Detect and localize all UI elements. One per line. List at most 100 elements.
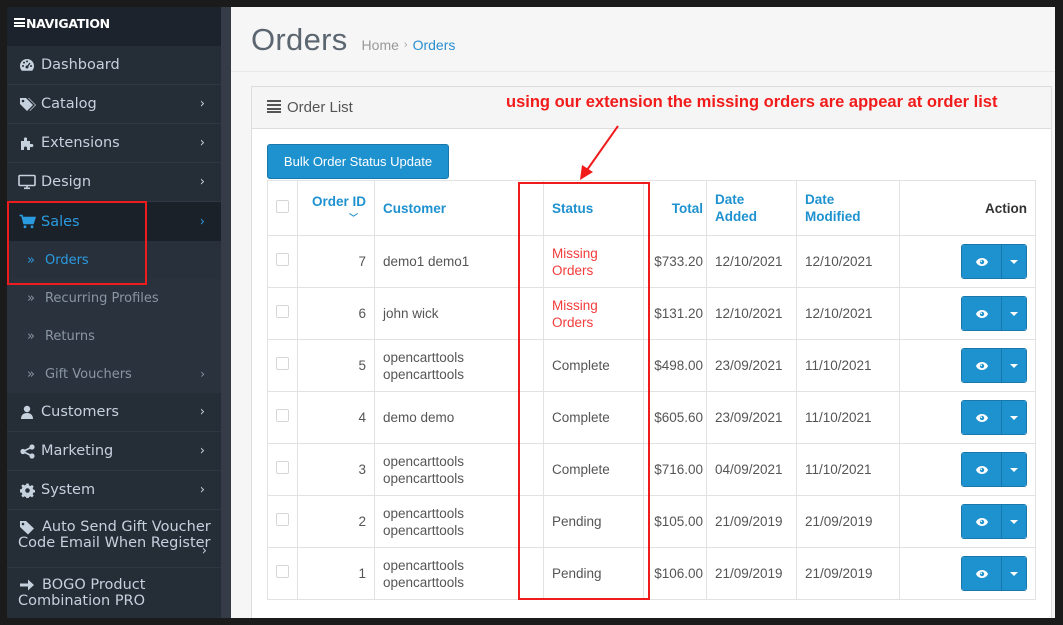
column-header-status[interactable]: Status <box>543 180 644 236</box>
caret-down-icon <box>1010 519 1018 524</box>
column-label: Order ID <box>311 194 366 209</box>
row-checkbox[interactable] <box>276 253 289 266</box>
view-button[interactable] <box>962 297 1002 330</box>
column-header-total[interactable]: Total <box>643 180 707 236</box>
dashboard-icon <box>18 57 36 73</box>
row-select-cell <box>267 443 298 496</box>
row-checkbox[interactable] <box>276 513 289 526</box>
total-cell: $605.60 <box>643 391 707 444</box>
gear-icon <box>18 482 36 498</box>
row-checkbox[interactable] <box>276 565 289 578</box>
chevron-right-icon: › <box>199 96 205 112</box>
column-header-date-added[interactable]: Date Added <box>706 180 797 236</box>
customer-cell: opencarttools opencarttools <box>374 547 544 600</box>
action-cell <box>899 547 1036 600</box>
sidebar-item-dashboard[interactable]: Dashboard <box>7 46 221 85</box>
customer-name: opencarttools <box>383 574 465 590</box>
sidebar-item-label: BOGO Product <box>42 577 146 593</box>
action-dropdown-toggle[interactable] <box>1002 401 1026 434</box>
sidebar-subitem-gift-vouchers[interactable]: » Gift Vouchers › <box>7 355 221 393</box>
column-header-customer[interactable]: Customer <box>374 180 544 236</box>
action-dropdown-toggle[interactable] <box>1002 245 1026 278</box>
row-checkbox[interactable] <box>276 409 289 422</box>
sidebar-subitem-recurring-profiles[interactable]: » Recurring Profiles <box>7 279 221 317</box>
date-added-cell: 04/09/2021 <box>706 443 797 496</box>
view-button[interactable] <box>962 245 1002 278</box>
sidebar-item-catalog[interactable]: Catalog › <box>7 85 221 124</box>
arrow-right-icon <box>18 577 36 593</box>
navigation-header: NAVIGATION <box>7 7 221 46</box>
total-cell: $106.00 <box>643 547 707 600</box>
panel-title: Order List <box>287 99 353 116</box>
hamburger-icon[interactable] <box>14 18 25 29</box>
view-button[interactable] <box>962 401 1002 434</box>
double-chevron-icon: » <box>27 290 35 306</box>
status-text: Orders <box>552 262 594 278</box>
sidebar-scrollbar[interactable] <box>221 7 231 618</box>
eye-icon <box>975 413 988 422</box>
sidebar-item-design[interactable]: Design › <box>7 163 221 202</box>
action-cell <box>899 443 1036 496</box>
sidebar-item-sales[interactable]: Sales › <box>7 202 221 241</box>
eye-icon <box>975 309 988 318</box>
eye-icon <box>975 517 988 526</box>
view-button[interactable] <box>962 349 1002 382</box>
select-all-checkbox[interactable] <box>276 199 289 213</box>
customer-name: opencarttools <box>383 453 465 469</box>
cart-icon <box>18 214 36 230</box>
column-header-date-modified[interactable]: Date Modified <box>796 180 900 236</box>
breadcrumb-home[interactable]: Home <box>362 37 399 53</box>
chevron-right-icon: › <box>199 443 205 459</box>
action-dropdown-toggle[interactable] <box>1002 505 1026 538</box>
row-checkbox[interactable] <box>276 357 289 370</box>
action-cell <box>899 235 1036 288</box>
chevron-right-icon: › <box>199 404 205 420</box>
action-button-group <box>961 504 1027 539</box>
customer-name: opencarttools <box>383 505 465 521</box>
customer-cell: demo demo <box>374 391 544 444</box>
sidebar-item-label: Catalog <box>41 96 97 112</box>
date-added-cell: 12/10/2021 <box>706 235 797 288</box>
status-text: Complete <box>552 358 610 373</box>
customer-name: opencarttools <box>383 470 465 486</box>
action-dropdown-toggle[interactable] <box>1002 557 1026 590</box>
sidebar-item-system[interactable]: System › <box>7 471 221 510</box>
sidebar-item-customers[interactable]: Customers › <box>7 393 221 432</box>
sidebar-item-bogo-product[interactable]: BOGO Product Combination PRO <box>7 568 221 618</box>
column-label: Date <box>715 192 745 207</box>
sidebar-item-marketing[interactable]: Marketing › <box>7 432 221 471</box>
column-label: Modified <box>805 209 861 224</box>
sidebar-item-extensions[interactable]: Extensions › <box>7 124 221 163</box>
order-list-panel: Order List using our extension the missi… <box>251 86 1052 618</box>
view-button[interactable] <box>962 557 1002 590</box>
sidebar-item-auto-send-gift-voucher[interactable]: Auto Send Gift Voucher Code Email When R… <box>7 510 221 568</box>
action-cell <box>899 339 1036 392</box>
breadcrumb-orders[interactable]: Orders <box>413 37 456 53</box>
bulk-order-status-update-button[interactable]: Bulk Order Status Update <box>267 144 449 179</box>
date-modified-cell: 12/10/2021 <box>796 235 900 288</box>
status-text: Pending <box>552 566 602 581</box>
view-button[interactable] <box>962 505 1002 538</box>
view-button[interactable] <box>962 453 1002 486</box>
status-text: Missing <box>552 245 598 261</box>
user-icon <box>18 404 36 420</box>
sidebar-subitem-label: Returns <box>44 328 95 344</box>
status-text: Missing <box>552 297 598 313</box>
row-checkbox[interactable] <box>276 305 289 318</box>
tag-icon <box>18 519 36 535</box>
table-row: 5 opencarttools opencarttools Complete $4… <box>267 339 1036 392</box>
table-row: 7 demo1 demo1 Missing Orders $733.20 12/1… <box>267 235 1036 288</box>
row-select-cell <box>267 287 298 340</box>
customer-cell: opencarttools opencarttools <box>374 495 544 548</box>
sidebar-subitem-orders[interactable]: » Orders <box>7 241 221 279</box>
row-checkbox[interactable] <box>276 461 289 474</box>
column-label: Date <box>805 192 835 207</box>
action-dropdown-toggle[interactable] <box>1002 297 1026 330</box>
customer-name: opencarttools <box>383 557 465 573</box>
action-dropdown-toggle[interactable] <box>1002 349 1026 382</box>
action-dropdown-toggle[interactable] <box>1002 453 1026 486</box>
column-header-order-id[interactable]: Order ID ﹀ <box>297 180 375 236</box>
sidebar-subitem-returns[interactable]: » Returns <box>7 317 221 355</box>
table-row: 4 demo demo Complete $605.60 23/09/2021 … <box>267 391 1036 444</box>
action-cell <box>899 391 1036 444</box>
